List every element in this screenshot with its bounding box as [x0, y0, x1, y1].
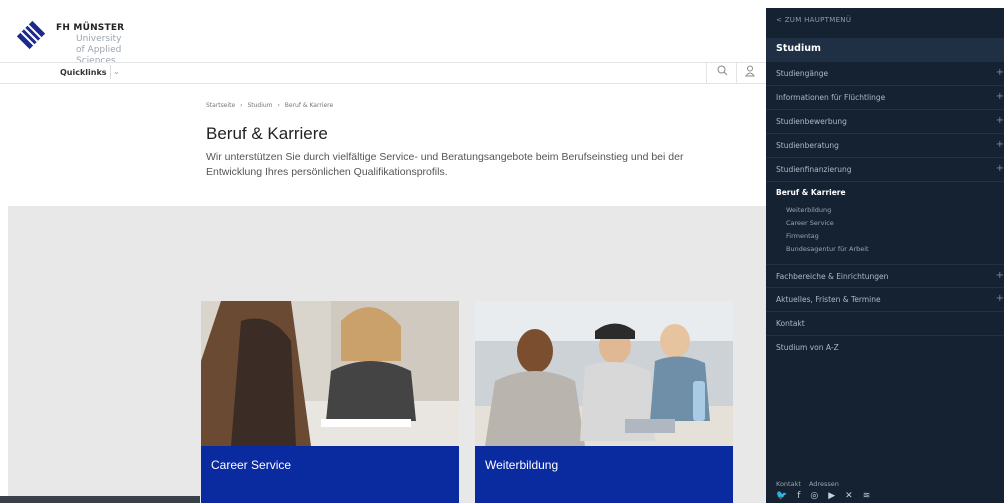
- menu-item-label: Studienberatung: [776, 141, 839, 150]
- menu-item-label: Fachbereiche & Einrichtungen: [776, 272, 889, 281]
- submenu-item-career-service[interactable]: Career Service: [786, 219, 834, 227]
- breadcrumb: Startseite › Studium › Beruf & Karriere: [206, 102, 336, 109]
- brand-name: FH MÜNSTER: [56, 23, 125, 33]
- footer-link-kontakt[interactable]: Kontakt: [776, 480, 801, 488]
- menu-item-fachbereiche[interactable]: Fachbereiche & Einrichtungen +: [766, 264, 1004, 288]
- expand-icon[interactable]: +: [996, 293, 1004, 304]
- expand-icon[interactable]: +: [996, 115, 1004, 126]
- fh-logo-icon[interactable]: [16, 20, 46, 50]
- menu-item-label: Studienfinanzierung: [776, 165, 852, 174]
- career-service-card[interactable]: Career Service: [201, 301, 459, 503]
- menu-footer-links: Kontakt Adressen: [776, 480, 845, 488]
- site-header: FH MÜNSTER University of Applied Science…: [0, 0, 766, 90]
- menu-item-studiengaenge[interactable]: Studiengänge +: [766, 62, 1004, 86]
- back-to-main-menu[interactable]: < ZUM HAUPTMENÜ: [776, 16, 851, 24]
- twitter-icon[interactable]: 🐦: [776, 491, 793, 501]
- youtube-icon[interactable]: ▶: [828, 491, 841, 501]
- menu-item-fluechtlinge[interactable]: Informationen für Flüchtlinge +: [766, 86, 1004, 110]
- quicklinks-button[interactable]: Quicklinks: [60, 68, 107, 77]
- submenu-item-bundesagentur[interactable]: Bundesagentur für Arbeit: [786, 245, 869, 253]
- expand-icon[interactable]: +: [996, 163, 1004, 174]
- brand-text[interactable]: FH MÜNSTER University of Applied Science…: [56, 23, 125, 66]
- menu-item-studium-a-z[interactable]: Studium von A-Z: [766, 336, 1004, 360]
- menu-item-studienberatung[interactable]: Studienberatung +: [766, 134, 1004, 158]
- weiterbildung-footer: Weiterbildung: [475, 446, 733, 503]
- quicklinks-bar: Quicklinks ⌄: [0, 62, 766, 84]
- expand-icon[interactable]: +: [996, 270, 1004, 281]
- page-lead: Wir unterstützen Sie durch vielfältige S…: [206, 151, 684, 178]
- weiterbildung-photo: [475, 301, 733, 446]
- menu-item-kontakt[interactable]: Kontakt: [766, 312, 1004, 336]
- menu-item-aktuelles[interactable]: Aktuelles, Fristen & Termine +: [766, 288, 1004, 312]
- search-icon[interactable]: [712, 65, 732, 81]
- menu-item-label: Aktuelles, Fristen & Termine: [776, 295, 881, 304]
- user-icon[interactable]: [740, 65, 760, 81]
- xing-icon[interactable]: ✕: [845, 491, 859, 501]
- menu-item-label: Studium von A-Z: [776, 343, 839, 352]
- expand-icon[interactable]: +: [996, 67, 1004, 78]
- menu-heading[interactable]: Studium: [766, 38, 1004, 62]
- menu-heading-label: Studium: [776, 43, 821, 54]
- breadcrumb-home[interactable]: Startseite: [206, 102, 235, 109]
- breadcrumb-separator: ›: [240, 102, 243, 109]
- expand-icon[interactable]: +: [996, 91, 1004, 102]
- menu-item-label: Informationen für Flüchtlinge: [776, 93, 886, 102]
- menu-item-label: Kontakt: [776, 319, 805, 328]
- menu-item-label: Studiengänge: [776, 69, 829, 78]
- card-title[interactable]: Weiterbildung: [485, 458, 558, 472]
- submenu-item-firmentag[interactable]: Firmentag: [786, 232, 819, 240]
- chevron-down-icon[interactable]: ⌄: [110, 65, 122, 79]
- instagram-icon[interactable]: ◎: [810, 491, 824, 501]
- weiterbildung-card[interactable]: Weiterbildung: [475, 301, 733, 503]
- menu-item-studienbewerbung[interactable]: Studienbewerbung +: [766, 110, 1004, 134]
- page: FH MÜNSTER University of Applied Science…: [0, 0, 1004, 503]
- rss-icon[interactable]: ≋: [863, 491, 877, 501]
- breadcrumb-studium[interactable]: Studium: [247, 102, 272, 109]
- divider: [706, 63, 707, 83]
- breadcrumb-current: Beruf & Karriere: [284, 102, 334, 109]
- menu-item-beruf-karriere-active[interactable]: Beruf & Karriere: [776, 188, 846, 197]
- submenu-item-weiterbildung[interactable]: Weiterbildung: [786, 206, 831, 214]
- footer-link-adressen[interactable]: Adressen: [809, 480, 839, 488]
- expand-icon[interactable]: +: [996, 139, 1004, 150]
- social-links: 🐦 f ◎ ▶ ✕ ≋: [776, 491, 880, 501]
- menu-item-studienfinanzierung[interactable]: Studienfinanzierung +: [766, 158, 1004, 182]
- facebook-icon[interactable]: f: [797, 491, 806, 501]
- divider: [736, 63, 737, 83]
- career-service-footer: Career Service: [201, 446, 459, 503]
- menu-item-label: Studienbewerbung: [776, 117, 847, 126]
- browser-bottom-bar: [0, 496, 200, 503]
- career-service-photo: [201, 301, 459, 446]
- card-title[interactable]: Career Service: [211, 458, 291, 472]
- side-menu: < ZUM HAUPTMENÜ Studium Studiengänge + I…: [766, 8, 1004, 503]
- breadcrumb-separator: ›: [277, 102, 280, 109]
- page-title: Beruf & Karriere: [206, 124, 328, 143]
